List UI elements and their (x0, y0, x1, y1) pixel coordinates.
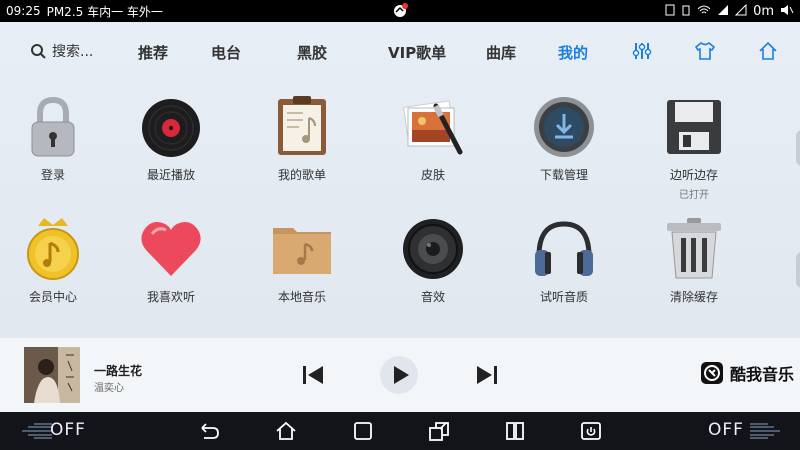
top-nav: 搜索... 推荐 电台 黑胶 VIP歌单 曲库 我的 (0, 22, 800, 80)
local-music-item[interactable]: 本地音乐 (247, 216, 357, 305)
climate-right-off[interactable]: OFF (708, 420, 744, 440)
home-icon[interactable] (757, 40, 779, 62)
climate-left-off[interactable]: OFF (50, 420, 86, 440)
listen-and-save-item[interactable]: 边听边存 已打开 (639, 94, 749, 201)
split-screen-icon[interactable] (428, 420, 450, 442)
heart-icon (138, 216, 204, 282)
dual-window-icon[interactable] (504, 420, 526, 442)
mute-icon (780, 4, 794, 19)
floppy-disk-icon (661, 94, 727, 160)
clear-cache-label: 清除缓存 (669, 290, 718, 304)
download-icon (531, 94, 597, 160)
folder-music-icon (269, 216, 335, 282)
login-item[interactable]: 登录 (0, 94, 108, 183)
wifi-icon (697, 4, 711, 19)
download-manager-item[interactable]: 下载管理 (509, 94, 619, 183)
clipboard-music-icon (269, 94, 335, 160)
recent-play-label: 最近播放 (146, 168, 195, 182)
skin-label: 皮肤 (420, 168, 445, 182)
vip-center-item[interactable]: 会员中心 (0, 216, 108, 305)
climate-right-icon (750, 423, 780, 439)
tab-recommend[interactable]: 推荐 (138, 42, 168, 63)
navigation-icon (734, 3, 747, 19)
song-artist: 温奕心 (94, 383, 124, 394)
kuwo-brand: 酷我音乐 (700, 361, 794, 385)
tab-library[interactable]: 曲库 (486, 42, 516, 63)
audio-quality-item[interactable]: 试听音质 (509, 216, 619, 305)
brand-name: 酷我音乐 (730, 365, 795, 384)
album-cover[interactable] (24, 347, 80, 403)
signal-icon (717, 4, 729, 19)
scroll-handle-top[interactable] (796, 130, 800, 166)
status-bar: 09:25 PM2.5 车内一 车外一 0m (0, 0, 800, 22)
trash-can-icon (661, 216, 727, 282)
recent-play-item[interactable]: 最近播放 (116, 94, 226, 183)
headphones-icon (531, 216, 597, 282)
speaker-icon (400, 216, 466, 282)
vinyl-record-icon (138, 94, 204, 160)
my-playlist-item[interactable]: 我的歌单 (247, 94, 357, 183)
music-app: 搜索... 推荐 电台 黑胶 VIP歌单 曲库 我的 登录 最近播放 我的歌单 … (0, 22, 800, 412)
play-button[interactable] (380, 356, 418, 394)
back-icon[interactable] (198, 420, 220, 442)
shirt-icon[interactable] (694, 40, 716, 62)
local-music-label: 本地音乐 (277, 290, 326, 304)
favorites-label: 我喜欢听 (146, 290, 195, 304)
sound-effect-item[interactable]: 音效 (378, 216, 488, 305)
search-button[interactable]: 搜索... (30, 41, 93, 61)
sim-icon (665, 4, 675, 19)
mini-player: 一路生花 温奕心 酷我音乐 (0, 338, 800, 412)
tab-vinyl[interactable]: 黑胶 (297, 42, 327, 63)
notification-icon (391, 2, 409, 20)
download-manager-label: 下载管理 (539, 168, 588, 182)
home-nav-icon[interactable] (275, 420, 297, 442)
login-label: 登录 (40, 168, 65, 182)
battery-icon (681, 4, 691, 19)
system-nav-bar: OFF OFF (0, 412, 800, 450)
search-label: 搜索... (52, 44, 94, 60)
search-icon (31, 44, 46, 59)
kuwo-logo-icon (701, 362, 723, 384)
equalizer-icon[interactable] (631, 40, 653, 62)
screen-off-icon[interactable] (580, 420, 602, 442)
status-air-quality: PM2.5 车内一 车外一 (46, 4, 163, 19)
skin-item[interactable]: 皮肤 (378, 94, 488, 183)
sound-effect-label: 音效 (420, 290, 445, 304)
recent-apps-icon[interactable] (352, 420, 374, 442)
tab-mine[interactable]: 我的 (558, 42, 588, 63)
vip-center-label: 会员中心 (28, 290, 77, 304)
tab-vip-playlist[interactable]: VIP歌单 (388, 42, 446, 63)
status-distance: 0m (753, 3, 774, 19)
my-playlist-label: 我的歌单 (277, 168, 326, 182)
next-button[interactable] (476, 365, 498, 385)
favorites-item[interactable]: 我喜欢听 (116, 216, 226, 305)
scroll-handle-bottom[interactable] (796, 252, 800, 288)
audio-quality-label: 试听音质 (539, 290, 588, 304)
tab-radio[interactable]: 电台 (211, 42, 241, 63)
play-icon (394, 366, 409, 384)
clear-cache-item[interactable]: 清除缓存 (639, 216, 749, 305)
crown-coin-icon (20, 216, 86, 282)
status-time: 09:25 (6, 4, 41, 18)
song-title[interactable]: 一路生花 (94, 362, 142, 379)
padlock-icon (20, 94, 86, 160)
listen-and-save-label: 边听边存 (669, 168, 718, 182)
listen-and-save-status: 已打开 (679, 190, 709, 201)
previous-button[interactable] (302, 365, 324, 385)
photo-brush-icon (400, 94, 466, 160)
